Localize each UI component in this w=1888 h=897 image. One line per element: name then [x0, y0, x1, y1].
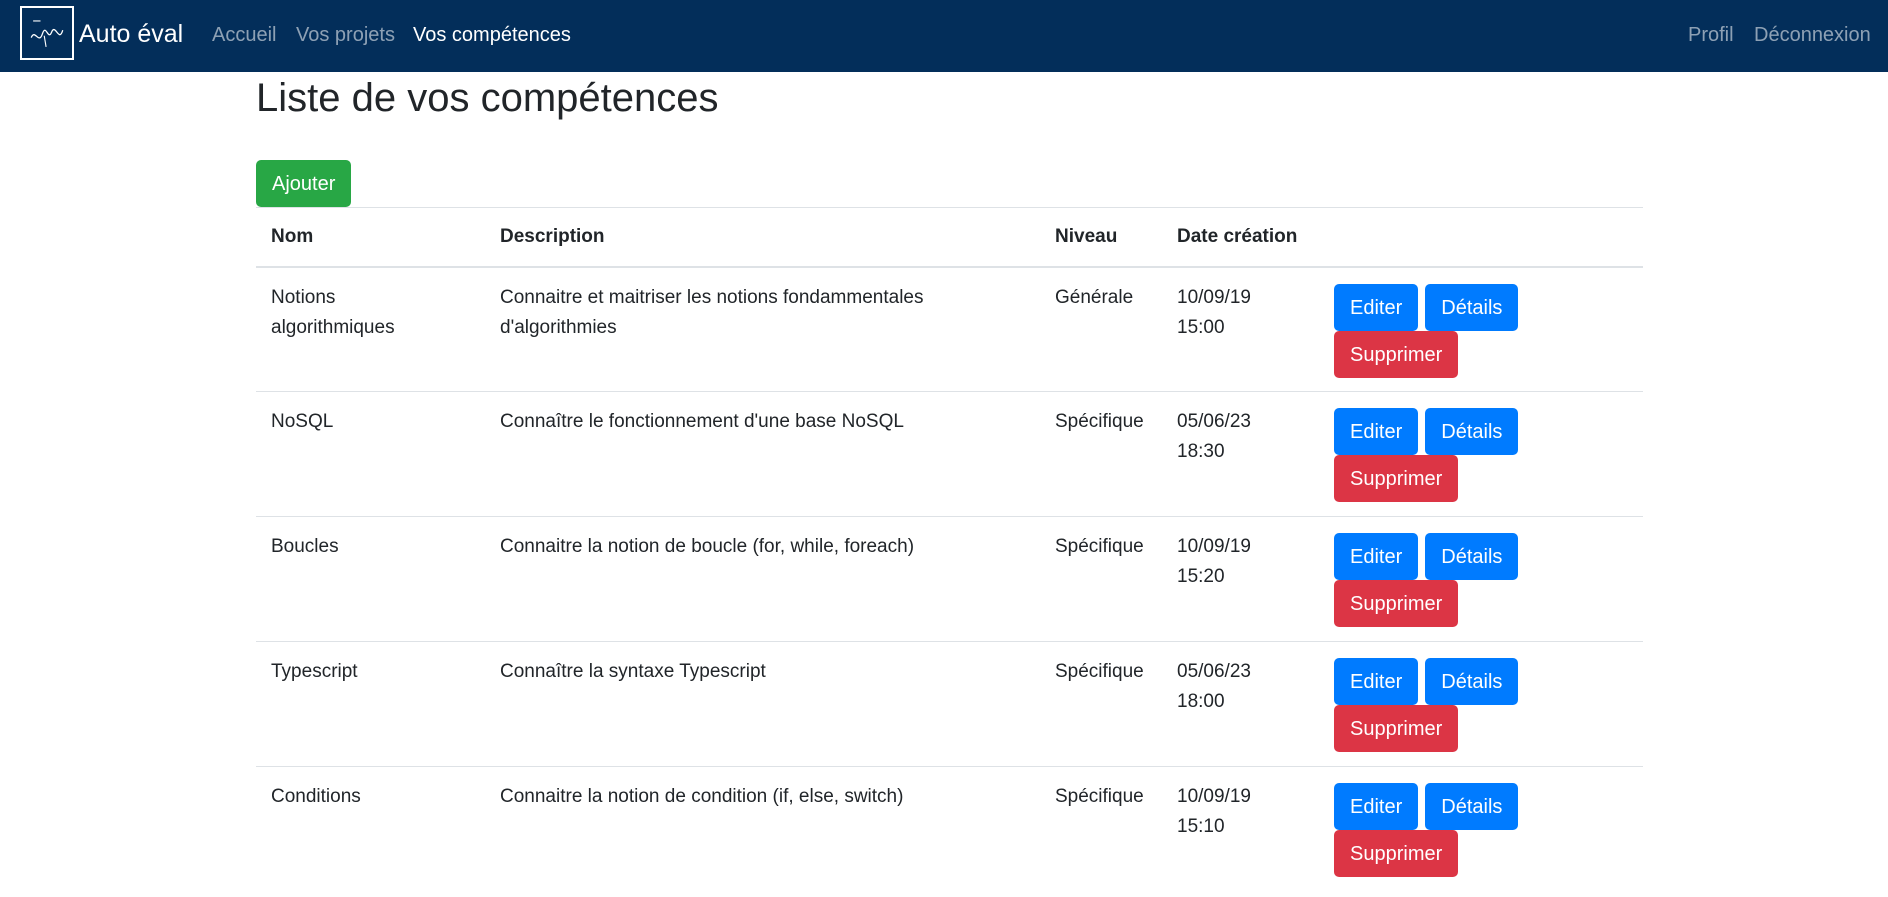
date-line1: 05/06/23 [1177, 411, 1251, 432]
cell-date: 10/09/19 15:20 [1162, 516, 1319, 642]
description-line1: Connaitre et maitriser les notions fonda… [500, 286, 924, 308]
description-line1: Connaître la syntaxe Typescript [500, 661, 766, 682]
description-line2: d'algorithmies [500, 316, 617, 338]
edit-button[interactable]: Editer [1334, 658, 1419, 705]
cell-description: Connaître le fonctionnement d'une base N… [485, 391, 1040, 517]
cell-nom: Conditions [256, 766, 485, 892]
cell-niveau: Générale [1040, 266, 1162, 392]
brand-title[interactable]: Auto éval [79, 16, 183, 52]
date-line2: 18:00 [1177, 691, 1225, 712]
details-button[interactable]: Détails [1425, 533, 1519, 580]
cell-actions: Editer Détails Supprimer [1319, 391, 1643, 517]
header-description: Description [485, 207, 1040, 268]
details-button[interactable]: Détails [1425, 658, 1519, 705]
nom-line1: Notions [271, 286, 336, 308]
nav-link-competences[interactable]: Vos compétences [413, 22, 571, 48]
header-niveau: Niveau [1040, 207, 1162, 268]
details-button[interactable]: Détails [1425, 783, 1519, 830]
date-line2: 15:20 [1177, 566, 1225, 587]
edit-button[interactable]: Editer [1334, 783, 1419, 830]
table-row: Boucles Connaitre la notion de boucle (f… [256, 516, 1643, 642]
nom-line1: NoSQL [271, 411, 334, 432]
nav-link-projets[interactable]: Vos projets [296, 22, 395, 48]
delete-button[interactable]: Supprimer [1334, 455, 1459, 502]
description-line1: Connaitre la notion de condition (if, el… [500, 786, 904, 807]
table-row: Conditions Connaitre la notion de condit… [256, 766, 1643, 892]
delete-button[interactable]: Supprimer [1334, 580, 1459, 627]
description-line1: Connaître le fonctionnement d'une base N… [500, 411, 904, 432]
cell-niveau: Spécifique [1040, 766, 1162, 892]
date-line1: 05/06/23 [1177, 661, 1251, 682]
nav-link-deconnexion[interactable]: Déconnexion [1754, 22, 1871, 48]
top-navbar: Auto éval Accueil Vos projets Vos compét… [0, 0, 1888, 72]
description-line1: Connaitre la notion de boucle (for, whil… [500, 536, 915, 557]
date-line1: 10/09/19 [1177, 286, 1251, 308]
school-logo-icon[interactable] [20, 6, 74, 60]
cell-description: Connaitre et maitriser les notions fonda… [485, 266, 1040, 392]
cell-nom: Boucles [256, 516, 485, 642]
cell-description: Connaitre la notion de boucle (for, whil… [485, 516, 1040, 642]
competences-table: Nom Description Niveau Date création Not… [256, 207, 1643, 892]
nom-line2: algorithmiques [271, 316, 395, 338]
date-line1: 10/09/19 [1177, 536, 1251, 557]
cell-niveau: Spécifique [1040, 641, 1162, 767]
cell-description: Connaitre la notion de condition (if, el… [485, 766, 1040, 892]
edit-button[interactable]: Editer [1334, 283, 1419, 331]
nav-link-profil[interactable]: Profil [1688, 22, 1734, 48]
nom-line1: Boucles [271, 536, 339, 557]
cell-description: Connaître la syntaxe Typescript [485, 641, 1040, 767]
delete-button[interactable]: Supprimer [1334, 830, 1459, 877]
cell-date: 05/06/23 18:30 [1162, 391, 1319, 517]
cell-date: 10/09/19 15:10 [1162, 766, 1319, 892]
cell-date: 10/09/19 15:00 [1162, 266, 1319, 392]
details-button[interactable]: Détails [1425, 408, 1519, 455]
edit-button[interactable]: Editer [1334, 533, 1419, 580]
table-row: Notions algorithmiques Connaitre et maitr… [256, 266, 1643, 392]
cell-nom: Notions algorithmiques [256, 266, 485, 392]
page-title: Liste de vos compétences [256, 76, 719, 120]
date-line1: 10/09/19 [1177, 786, 1251, 807]
cell-actions: Editer Détails Supprimer [1319, 516, 1643, 642]
nav-link-accueil[interactable]: Accueil [212, 22, 276, 48]
edit-button[interactable]: Editer [1334, 408, 1419, 455]
details-button[interactable]: Détails [1425, 283, 1519, 331]
add-competence-button[interactable]: Ajouter [256, 160, 352, 207]
signature-logo-icon [30, 20, 64, 47]
delete-button[interactable]: Supprimer [1334, 330, 1459, 378]
cell-date: 05/06/23 18:00 [1162, 641, 1319, 767]
date-line2: 18:30 [1177, 441, 1225, 462]
header-actions [1319, 207, 1643, 268]
nom-line1: Conditions [271, 786, 361, 807]
header-date: Date création [1162, 207, 1319, 268]
header-nom: Nom [256, 207, 485, 268]
date-line2: 15:10 [1177, 816, 1225, 837]
table-row: Typescript Connaître la syntaxe Typescri… [256, 641, 1643, 767]
table-row: NoSQL Connaître le fonctionnement d'une … [256, 391, 1643, 517]
table-header-row: Nom Description Niveau Date création [256, 207, 1643, 268]
date-line2: 15:00 [1177, 316, 1225, 338]
cell-actions: Editer Détails Supprimer [1319, 266, 1643, 392]
cell-actions: Editer Détails Supprimer [1319, 641, 1643, 767]
cell-nom: Typescript [256, 641, 485, 767]
cell-niveau: Spécifique [1040, 391, 1162, 517]
cell-nom: NoSQL [256, 391, 485, 517]
cell-niveau: Spécifique [1040, 516, 1162, 642]
cell-actions: Editer Détails Supprimer [1319, 766, 1643, 892]
delete-button[interactable]: Supprimer [1334, 705, 1459, 752]
nom-line1: Typescript [271, 661, 358, 682]
